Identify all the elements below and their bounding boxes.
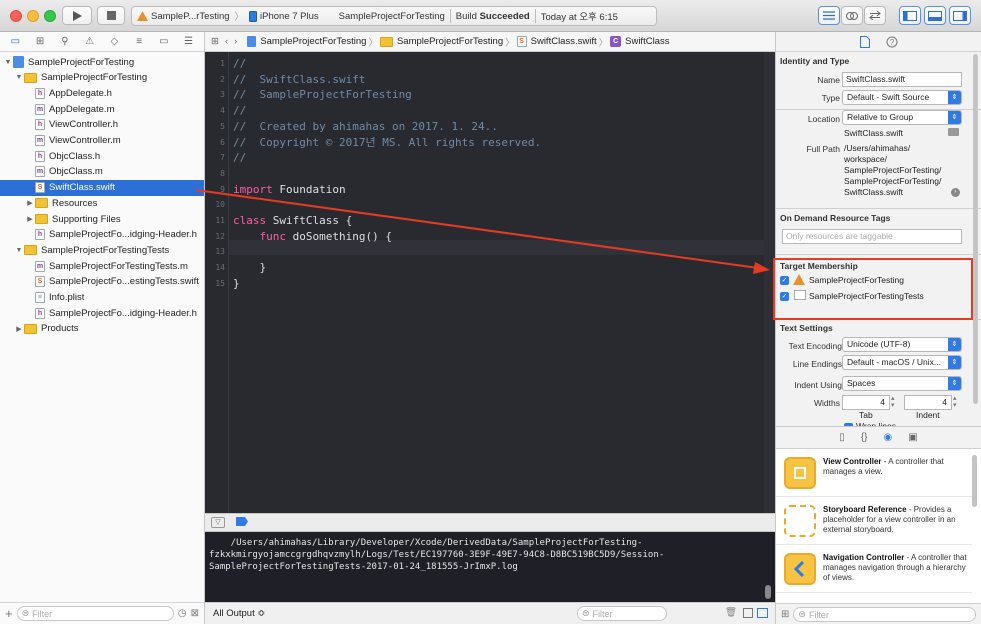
annotation-arrow [195, 189, 770, 274]
